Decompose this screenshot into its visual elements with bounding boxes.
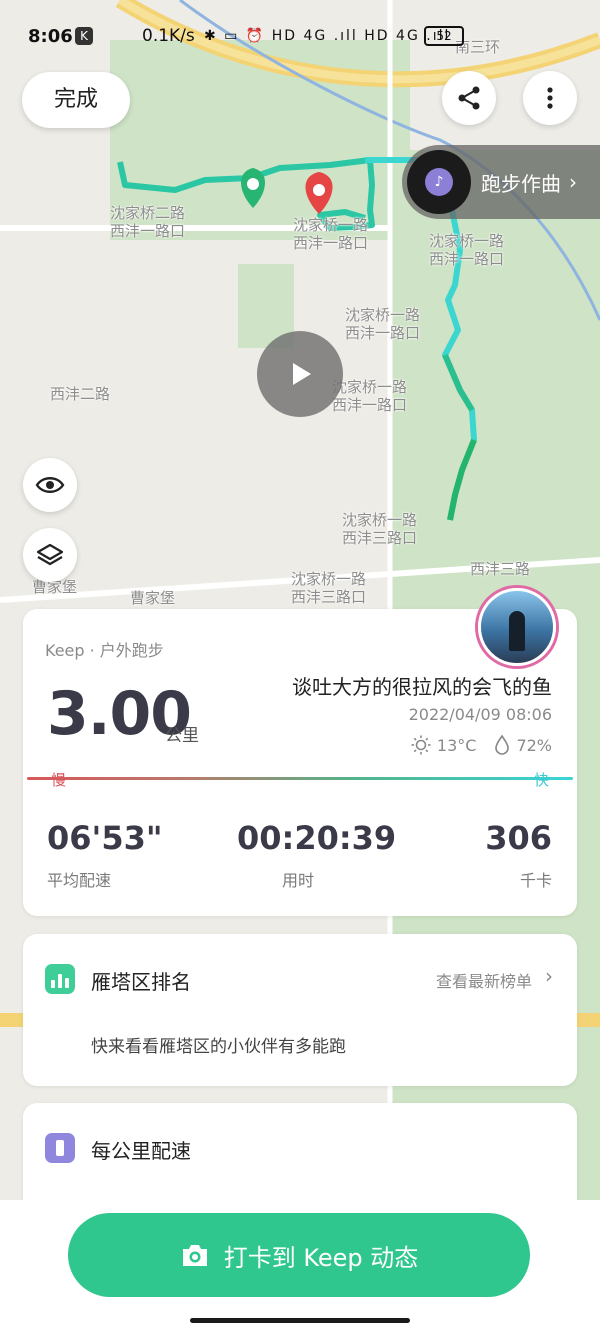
bar-chart-icon bbox=[45, 964, 75, 994]
humidity: 72% bbox=[516, 735, 552, 755]
pace-gradient-bar bbox=[27, 777, 573, 780]
checkin-label: 打卡到 Keep 动态 bbox=[223, 1243, 419, 1272]
district-rank-card[interactable]: 雁塔区排名 查看最新榜单 › 快来看看雁塔区的小伙伴有多能跑 bbox=[23, 934, 577, 1086]
map-label: 沈家桥一路 西沣三路口 bbox=[291, 570, 367, 606]
sun-icon bbox=[411, 735, 431, 755]
map-label: 沈家桥二路 西沣一路口 bbox=[110, 204, 186, 240]
map-label: 西沣三路 bbox=[470, 560, 531, 578]
duration-value: 00:20:39 bbox=[237, 819, 397, 857]
share-icon bbox=[458, 86, 480, 110]
avatar-person-silhouette bbox=[509, 611, 525, 651]
distance-unit: 公里 bbox=[165, 726, 199, 746]
calories-label: 千卡 bbox=[519, 871, 552, 890]
map-label: 沈家桥一路 西沣一路口 bbox=[332, 378, 408, 414]
layers-button[interactable] bbox=[23, 528, 77, 582]
more-button[interactable] bbox=[523, 71, 577, 125]
play-replay-button[interactable] bbox=[257, 331, 343, 417]
weather-info: 13°C 72% bbox=[411, 735, 552, 755]
done-button[interactable]: 完成 bbox=[22, 72, 130, 128]
rank-description: 快来看看雁塔区的小伙伴有多能跑 bbox=[91, 1037, 346, 1057]
k-app-icon: K bbox=[75, 27, 93, 45]
fast-label: 快 bbox=[533, 771, 549, 789]
map-label: 沈家桥一路 西沣三路口 bbox=[342, 511, 418, 547]
map-label: 沈家桥一路 西沣一路口 bbox=[293, 216, 369, 252]
avg-pace-value: 06'53" bbox=[47, 819, 163, 857]
vinyl-disc-icon: ♪ bbox=[407, 150, 471, 214]
status-time: 8:06 bbox=[28, 25, 73, 47]
map-label: 沈家桥一路 西沣一路口 bbox=[429, 232, 505, 268]
chevron-right-icon: › bbox=[545, 964, 553, 988]
username: 谈吐大方的很拉风的会飞的鱼 bbox=[292, 675, 552, 699]
activity-source: Keep · 户外跑步 bbox=[45, 641, 164, 660]
humidity-drop-icon bbox=[495, 735, 510, 755]
view-latest-ranking-link[interactable]: 查看最新榜单 bbox=[436, 968, 532, 992]
camera-icon bbox=[182, 1245, 207, 1266]
layers-icon bbox=[36, 543, 64, 566]
map-label: 沈家桥一路 西沣一路口 bbox=[345, 306, 421, 342]
network-speed: 0.1K/s bbox=[142, 26, 195, 46]
compose-label: 跑步作曲 bbox=[481, 171, 561, 196]
run-datetime: 2022/04/09 08:06 bbox=[408, 705, 552, 724]
avg-pace-label: 平均配速 bbox=[47, 871, 112, 890]
avatar[interactable] bbox=[478, 588, 556, 666]
chevron-right-icon: › bbox=[569, 170, 577, 194]
map-label: 曹家堡 bbox=[130, 589, 176, 607]
play-icon bbox=[293, 363, 311, 385]
status-bar: 8:06 K 0.1K/s ✱ ▭ ⏰ HD 4G .ıll HD 4G .ıl… bbox=[0, 20, 600, 52]
pace-icon bbox=[45, 1133, 75, 1163]
more-vertical-icon bbox=[547, 87, 553, 109]
slow-label: 慢 bbox=[51, 771, 67, 789]
status-icons: ✱ ▭ ⏰ HD 4G .ıll HD 4G .ıll bbox=[204, 28, 451, 44]
music-note-icon: ♪ bbox=[425, 168, 453, 196]
checkin-keep-button[interactable]: 打卡到 Keep 动态 bbox=[68, 1213, 530, 1297]
home-indicator[interactable] bbox=[190, 1318, 410, 1323]
calories-value: 306 bbox=[485, 819, 552, 857]
visibility-button[interactable] bbox=[23, 458, 77, 512]
rank-title: 雁塔区排名 bbox=[91, 970, 191, 994]
pace-title: 每公里配速 bbox=[91, 1139, 191, 1163]
temperature: 13°C bbox=[436, 735, 477, 755]
run-compose-button[interactable]: ♪ 跑步作曲 › bbox=[402, 145, 600, 219]
map-label: 西沣二路 bbox=[50, 385, 111, 403]
share-button[interactable] bbox=[442, 71, 496, 125]
eye-icon bbox=[35, 477, 65, 493]
battery-icon: 52 bbox=[424, 26, 464, 46]
duration-label: 用时 bbox=[282, 871, 315, 890]
